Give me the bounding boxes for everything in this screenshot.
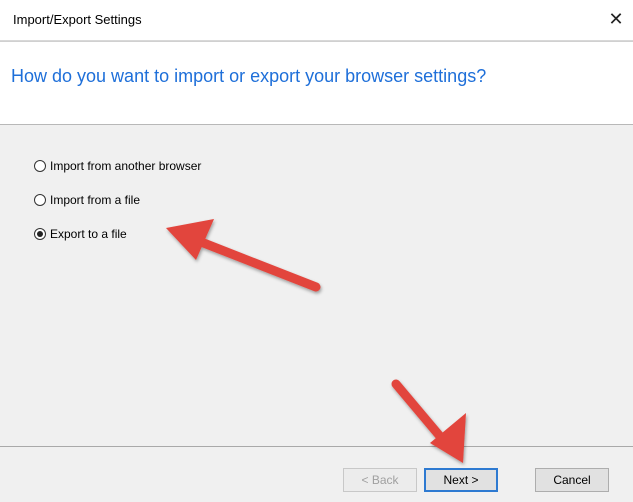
option-label: Export to a file: [50, 227, 127, 241]
option-label: Import from a file: [50, 193, 141, 207]
radio-button-selected[interactable]: [34, 228, 46, 240]
back-button[interactable]: < Back: [343, 468, 417, 492]
close-icon[interactable]: ✕: [605, 8, 627, 30]
footer-divider: [0, 446, 633, 447]
annotation-arrow-next: [391, 379, 466, 463]
next-button[interactable]: Next >: [424, 468, 498, 492]
option-label: Import from another browser: [50, 159, 202, 173]
option-export-to-file[interactable]: Export to a file: [34, 226, 201, 242]
option-import-from-browser[interactable]: Import from another browser: [34, 158, 201, 174]
radio-button[interactable]: [34, 160, 46, 172]
title-bar: Import/Export Settings ✕: [0, 0, 633, 41]
radio-button[interactable]: [34, 194, 46, 206]
header-question: How do you want to import or export your…: [11, 66, 487, 86]
window-title: Import/Export Settings: [13, 12, 142, 27]
cancel-button[interactable]: Cancel: [535, 468, 609, 492]
dialog-header: How do you want to import or export your…: [0, 41, 633, 125]
options-group: Import from another browser Import from …: [34, 158, 201, 260]
option-import-from-file[interactable]: Import from a file: [34, 192, 201, 208]
